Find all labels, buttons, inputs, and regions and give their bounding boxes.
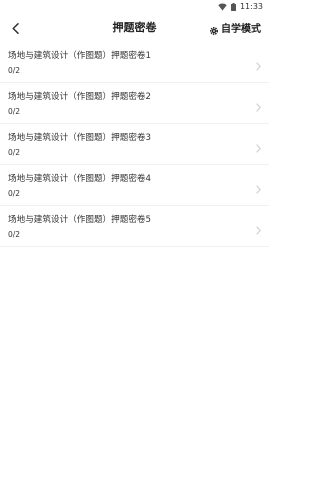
paper-progress: 0/2	[8, 148, 21, 157]
paper-list-item[interactable]: 场地与建筑设计（作图题）押题密卷5 0/2	[0, 206, 269, 247]
status-right: 11:33	[218, 2, 263, 12]
self-study-mode-button[interactable]: 自学模式	[209, 20, 261, 39]
paper-title: 场地与建筑设计（作图题）押题密卷3	[8, 133, 151, 143]
status-time: 11:33	[239, 2, 263, 11]
back-chevron-icon	[11, 19, 19, 38]
wifi-icon	[218, 3, 227, 11]
paper-progress: 0/2	[8, 107, 21, 116]
app-bar: 押题密卷 自学模式	[0, 14, 269, 42]
battery-icon	[230, 3, 236, 11]
paper-progress: 0/2	[8, 66, 21, 75]
paper-progress: 0/2	[8, 230, 21, 239]
chevron-right-icon	[256, 56, 261, 75]
status-bar: 11:33	[0, 0, 269, 14]
chevron-right-icon	[256, 97, 261, 116]
self-study-mode-label: 自学模式	[221, 23, 261, 35]
paper-list: 场地与建筑设计（作图题）押题密卷1 0/2 场地与建筑设计（作图题）押题密卷2 …	[0, 42, 269, 247]
paper-list-item[interactable]: 场地与建筑设计（作图题）押题密卷2 0/2	[0, 83, 269, 124]
paper-title: 场地与建筑设计（作图题）押题密卷4	[8, 174, 151, 184]
paper-title: 场地与建筑设计（作图题）押题密卷5	[8, 215, 151, 225]
paper-title: 场地与建筑设计（作图题）押题密卷2	[8, 92, 151, 102]
gear-icon	[209, 20, 219, 39]
chevron-right-icon	[256, 220, 261, 239]
chevron-right-icon	[256, 179, 261, 198]
paper-list-item[interactable]: 场地与建筑设计（作图题）押题密卷3 0/2	[0, 124, 269, 165]
paper-list-item[interactable]: 场地与建筑设计（作图题）押题密卷4 0/2	[0, 165, 269, 206]
paper-list-item[interactable]: 场地与建筑设计（作图题）押题密卷1 0/2	[0, 42, 269, 83]
paper-title: 场地与建筑设计（作图题）押题密卷1	[8, 51, 151, 61]
back-button[interactable]	[6, 18, 24, 38]
paper-progress: 0/2	[8, 189, 21, 198]
chevron-right-icon	[256, 138, 261, 157]
